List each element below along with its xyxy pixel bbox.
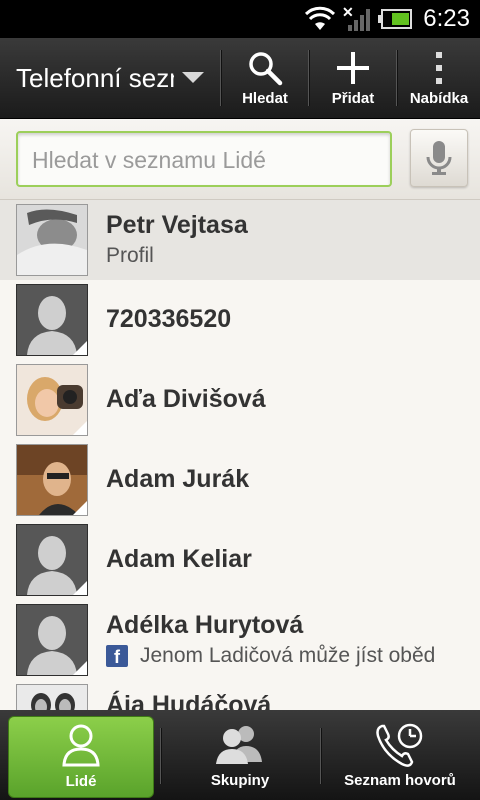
list-item[interactable]: 720336520 [0,280,480,361]
search-placeholder: Hledat v seznamu Lidé [32,147,266,173]
voice-search-button[interactable] [410,129,468,187]
list-item[interactable]: Adélka Hurytová f Jenom Ladičová může jí… [0,600,480,681]
signal-icon: ✕ [342,5,370,31]
contact-name: Adam Jurák [106,465,250,493]
divider [396,50,397,106]
facebook-icon: f [106,645,128,667]
divider [320,728,321,784]
contact-name: Ája Hudáčová [106,691,272,710]
contact-name: Adam Keliar [106,545,252,573]
microphone-icon [426,141,452,175]
contact-status: Jenom Ladičová může jíst oběd [140,644,436,667]
contact-subtitle: Profil [106,244,154,267]
contact-name: Adélka Hurytová [106,611,304,639]
person-icon [62,724,100,767]
status-bar: ✕ 6:23 [0,0,480,38]
tab-label: Lidé [65,773,97,790]
default-avatar-icon [16,604,88,676]
contact-name: Aďa Divišová [106,385,266,413]
avatar [16,444,88,516]
bottom-tab-bar: Lidé Skupiny Seznam hovorů [0,710,480,800]
battery-icon [378,9,412,29]
action-bar: Telefonní seznam Hledat Přidat Nabídka [0,38,480,119]
contact-name: 720336520 [106,305,232,333]
plus-icon [337,52,369,84]
menu-button-label: Nabídka [409,90,469,107]
avatar [16,204,88,276]
tab-people[interactable]: Lidé [8,716,154,798]
divider [160,728,161,784]
tab-groups[interactable]: Skupiny [162,716,318,796]
search-input[interactable]: Hledat v seznamu Lidé [16,131,392,187]
menu-button[interactable]: Nabídka [398,38,480,118]
list-item[interactable]: Adam Keliar [0,520,480,601]
svg-text:✕: ✕ [342,5,354,20]
contact-list[interactable]: Petr Vejtasa Profil 720336520 Aďa Divišo… [0,200,480,710]
list-item[interactable]: Ája Hudáčová [0,680,480,710]
avatar [16,684,88,710]
search-icon [249,52,283,86]
wifi-icon [304,6,336,30]
default-avatar-icon [16,524,88,596]
search-bar: Hledat v seznamu Lidé [0,119,480,200]
divider [308,50,309,106]
list-item[interactable]: Aďa Divišová [0,360,480,441]
chevron-down-icon [182,72,204,83]
tab-label: Seznam hovorů [344,772,456,789]
contact-name: Petr Vejtasa [106,211,248,239]
tab-label: Skupiny [210,772,270,789]
app-title: Telefonní seznam [16,63,174,93]
add-button[interactable]: Přidat [310,38,396,118]
search-button-label: Hledat [242,90,288,107]
search-button[interactable]: Hledat [222,38,308,118]
status-time: 6:23 [423,5,470,32]
default-avatar-icon [16,284,88,356]
overflow-menu-icon [436,52,442,84]
group-icon [216,726,262,764]
avatar [16,364,88,436]
profile-row[interactable]: Petr Vejtasa Profil [0,200,480,281]
call-history-icon [376,723,423,767]
divider [220,50,221,106]
tab-call-history[interactable]: Seznam hovorů [322,716,478,796]
list-item[interactable]: Adam Jurák [0,440,480,521]
add-button-label: Přidat [331,90,375,107]
title-dropdown[interactable]: Telefonní seznam [0,38,220,118]
